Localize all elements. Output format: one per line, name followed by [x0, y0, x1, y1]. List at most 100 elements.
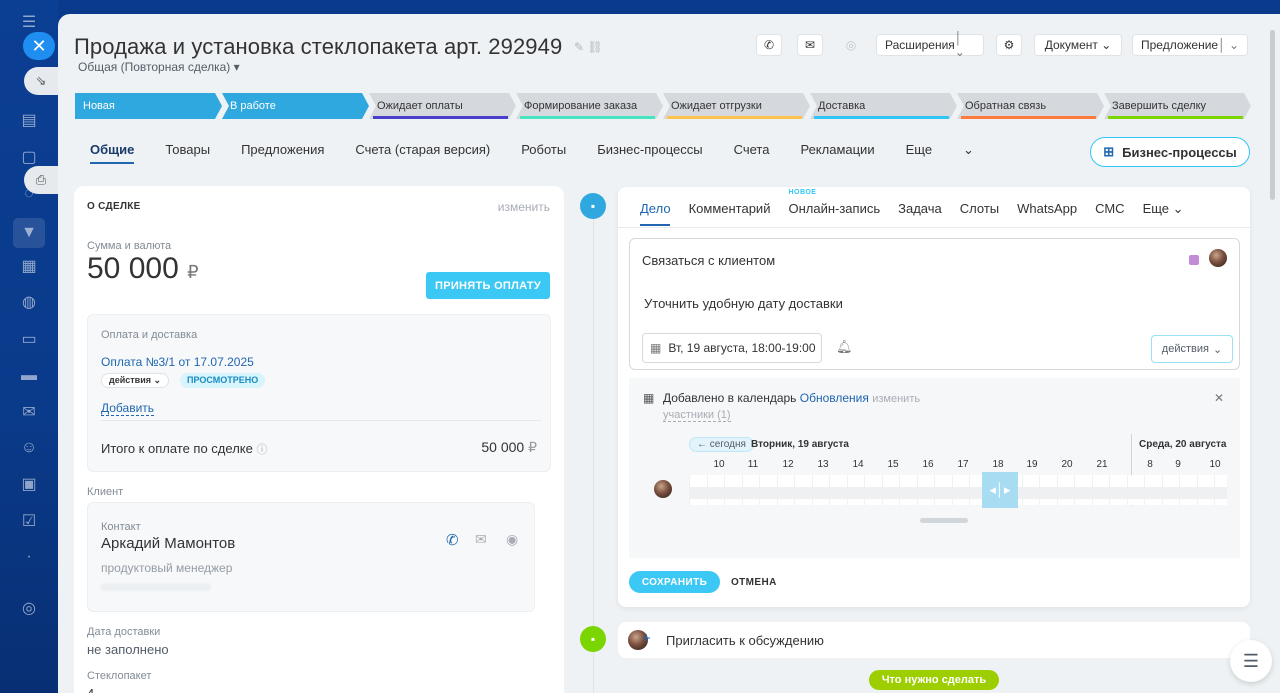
bell-icon[interactable]: 🔔︎ [836, 339, 853, 355]
grid-cell[interactable] [724, 475, 742, 505]
tasks-icon[interactable]: ▤ [17, 108, 41, 132]
grid-cell[interactable] [1126, 475, 1145, 505]
offer-button[interactable]: Предложение │ ⌄ [1132, 34, 1248, 56]
tab-6[interactable]: Счета [734, 142, 770, 162]
menu-icon[interactable]: ☰ [17, 10, 41, 34]
stage-2[interactable]: Ожидает оплаты [369, 93, 516, 119]
tab-2[interactable]: Предложения [241, 142, 324, 162]
grid-cell[interactable] [1109, 475, 1127, 505]
color-icon[interactable] [1189, 255, 1199, 265]
tab-5[interactable]: Бизнес-процессы [597, 142, 702, 162]
accept-payment-button[interactable]: ПРИНЯТЬ ОПЛАТУ [426, 272, 550, 299]
payment-actions-chip[interactable]: действия ⌄ [101, 373, 170, 388]
gear-icon[interactable]: ⚙ [996, 34, 1022, 56]
payment-link[interactable]: Оплата №3/1 от 17.07.2025 [101, 355, 254, 369]
tab-3[interactable]: Счета (старая версия) [355, 142, 490, 162]
grid-cell[interactable] [846, 475, 865, 505]
actions-button[interactable]: действия ⌄ [1151, 335, 1233, 363]
tab-7[interactable]: Рекламации [800, 142, 874, 162]
editor-tab-7[interactable]: Еще ⌄ [1143, 201, 1184, 217]
editor-tab-5[interactable]: WhatsApp [1017, 201, 1077, 217]
edit-title-icon[interactable]: ✎ ⛓ [574, 40, 603, 54]
tab-4[interactable]: Роботы [521, 142, 566, 162]
stage-4[interactable]: Ожидает отгрузки [663, 93, 810, 119]
grid-cell[interactable] [916, 475, 935, 505]
contacts-icon[interactable]: ☺ [17, 436, 41, 460]
editor-tab-3[interactable]: Задача [898, 201, 942, 217]
grid-cell[interactable] [706, 475, 725, 505]
date-picker-button[interactable]: ▦ Вт, 19 августа, 18:00-19:00 [642, 333, 822, 363]
deal-category[interactable]: Общая (Повторная сделка) ▾ [78, 60, 240, 74]
grid-cell[interactable] [1179, 475, 1197, 505]
timeslot-grid[interactable] [689, 475, 1227, 505]
calendar-icon[interactable]: ▦ [17, 254, 41, 278]
more-icon[interactable]: · [17, 545, 41, 569]
grid-cell[interactable] [1039, 475, 1057, 505]
stage-3[interactable]: Формирование заказа [516, 93, 663, 119]
phone-icon[interactable]: ✆ [756, 34, 782, 56]
invite-to-discussion[interactable]: + Пригласить к обсуждению [618, 622, 1250, 658]
phone-icon[interactable]: ✆ [446, 531, 459, 549]
tab-0[interactable]: Общие [90, 142, 135, 164]
mail-icon[interactable]: ✉ [17, 400, 41, 424]
grid-cell[interactable] [1091, 475, 1110, 505]
updates-link[interactable]: Обновления [800, 391, 869, 405]
change-link[interactable]: изменить [872, 393, 920, 405]
add-payment-link[interactable]: Добавить [101, 401, 155, 416]
collapse-icon[interactable]: ⇘ [24, 67, 58, 95]
participants-link[interactable]: участники (1) [663, 409, 731, 422]
editor-tab-6[interactable]: СМС [1095, 201, 1124, 217]
grid-cell[interactable] [951, 475, 970, 505]
chat-icon[interactable]: ◉ [506, 531, 518, 548]
grid-cell[interactable] [794, 475, 812, 505]
robot-icon[interactable]: ◍ [17, 290, 41, 314]
stage-6[interactable]: Обратная связь [957, 93, 1104, 119]
stage-5[interactable]: Доставка [810, 93, 957, 119]
card-icon[interactable]: ▬ [17, 364, 41, 388]
grid-cell[interactable] [1144, 475, 1162, 505]
tab-8[interactable]: Еще [906, 142, 932, 162]
close-icon[interactable]: ✕ [1214, 391, 1224, 405]
mail-icon[interactable]: ✉ [475, 531, 487, 548]
edit-link[interactable]: изменить [498, 200, 550, 214]
save-button[interactable]: СОХРАНИТЬ [629, 571, 720, 593]
grid-cell[interactable] [811, 475, 830, 505]
grid-cell[interactable] [1021, 475, 1040, 505]
monitor-icon[interactable]: ▣ [17, 472, 41, 496]
editor-tab-1[interactable]: Комментарий [689, 201, 771, 217]
document-icon[interactable]: ▭ [17, 327, 41, 351]
task-title-input[interactable]: Связаться с клиентом [642, 253, 775, 268]
grid-cell[interactable] [1196, 475, 1215, 505]
editor-tab-0[interactable]: Дело [640, 201, 671, 217]
close-slider-button[interactable]: ✕ [23, 32, 55, 60]
stage-7[interactable]: Завершить сделку [1104, 93, 1251, 119]
todo-badge[interactable]: Что нужно сделать [869, 670, 999, 690]
print-icon[interactable]: ⎙ [24, 166, 58, 194]
grid-cell[interactable] [864, 475, 882, 505]
extensions-button[interactable]: Расширения │ ⌄ [876, 31, 984, 59]
contact-name[interactable]: Аркадий Мамонтов [101, 535, 235, 552]
grid-cell[interactable] [881, 475, 900, 505]
check-icon[interactable]: ☑ [17, 509, 41, 533]
document-button[interactable]: Документ ⌄ [1034, 34, 1122, 56]
editor-tab-2[interactable]: Онлайн-запись НОВОЕ [788, 189, 880, 217]
settings-icon[interactable]: ◎ [17, 596, 41, 620]
stage-1[interactable]: В работе [222, 93, 369, 119]
grid-cell[interactable] [689, 475, 707, 505]
list-menu-icon[interactable]: ☰ [1230, 640, 1272, 682]
grid-cell[interactable] [1074, 475, 1092, 505]
cancel-button[interactable]: ОТМЕНА [731, 571, 777, 593]
chat-icon[interactable]: ◎ [838, 34, 864, 56]
grid-cell[interactable] [899, 475, 917, 505]
grid-cell[interactable] [759, 475, 777, 505]
selected-slot-handle-icon[interactable]: ◂│▸ [982, 472, 1018, 508]
crm-filter-icon[interactable]: ▼ [13, 218, 45, 248]
grid-cell[interactable] [776, 475, 795, 505]
business-processes-button[interactable]: ⊞ Бизнес-процессы [1090, 137, 1250, 167]
grid-cell[interactable] [741, 475, 760, 505]
stage-0[interactable]: Новая [75, 93, 222, 119]
task-description-input[interactable]: Уточнить удобную дату доставки [644, 296, 843, 311]
scrollbar[interactable] [1270, 30, 1275, 200]
grid-cell[interactable] [1214, 475, 1232, 505]
grid-cell[interactable] [934, 475, 952, 505]
